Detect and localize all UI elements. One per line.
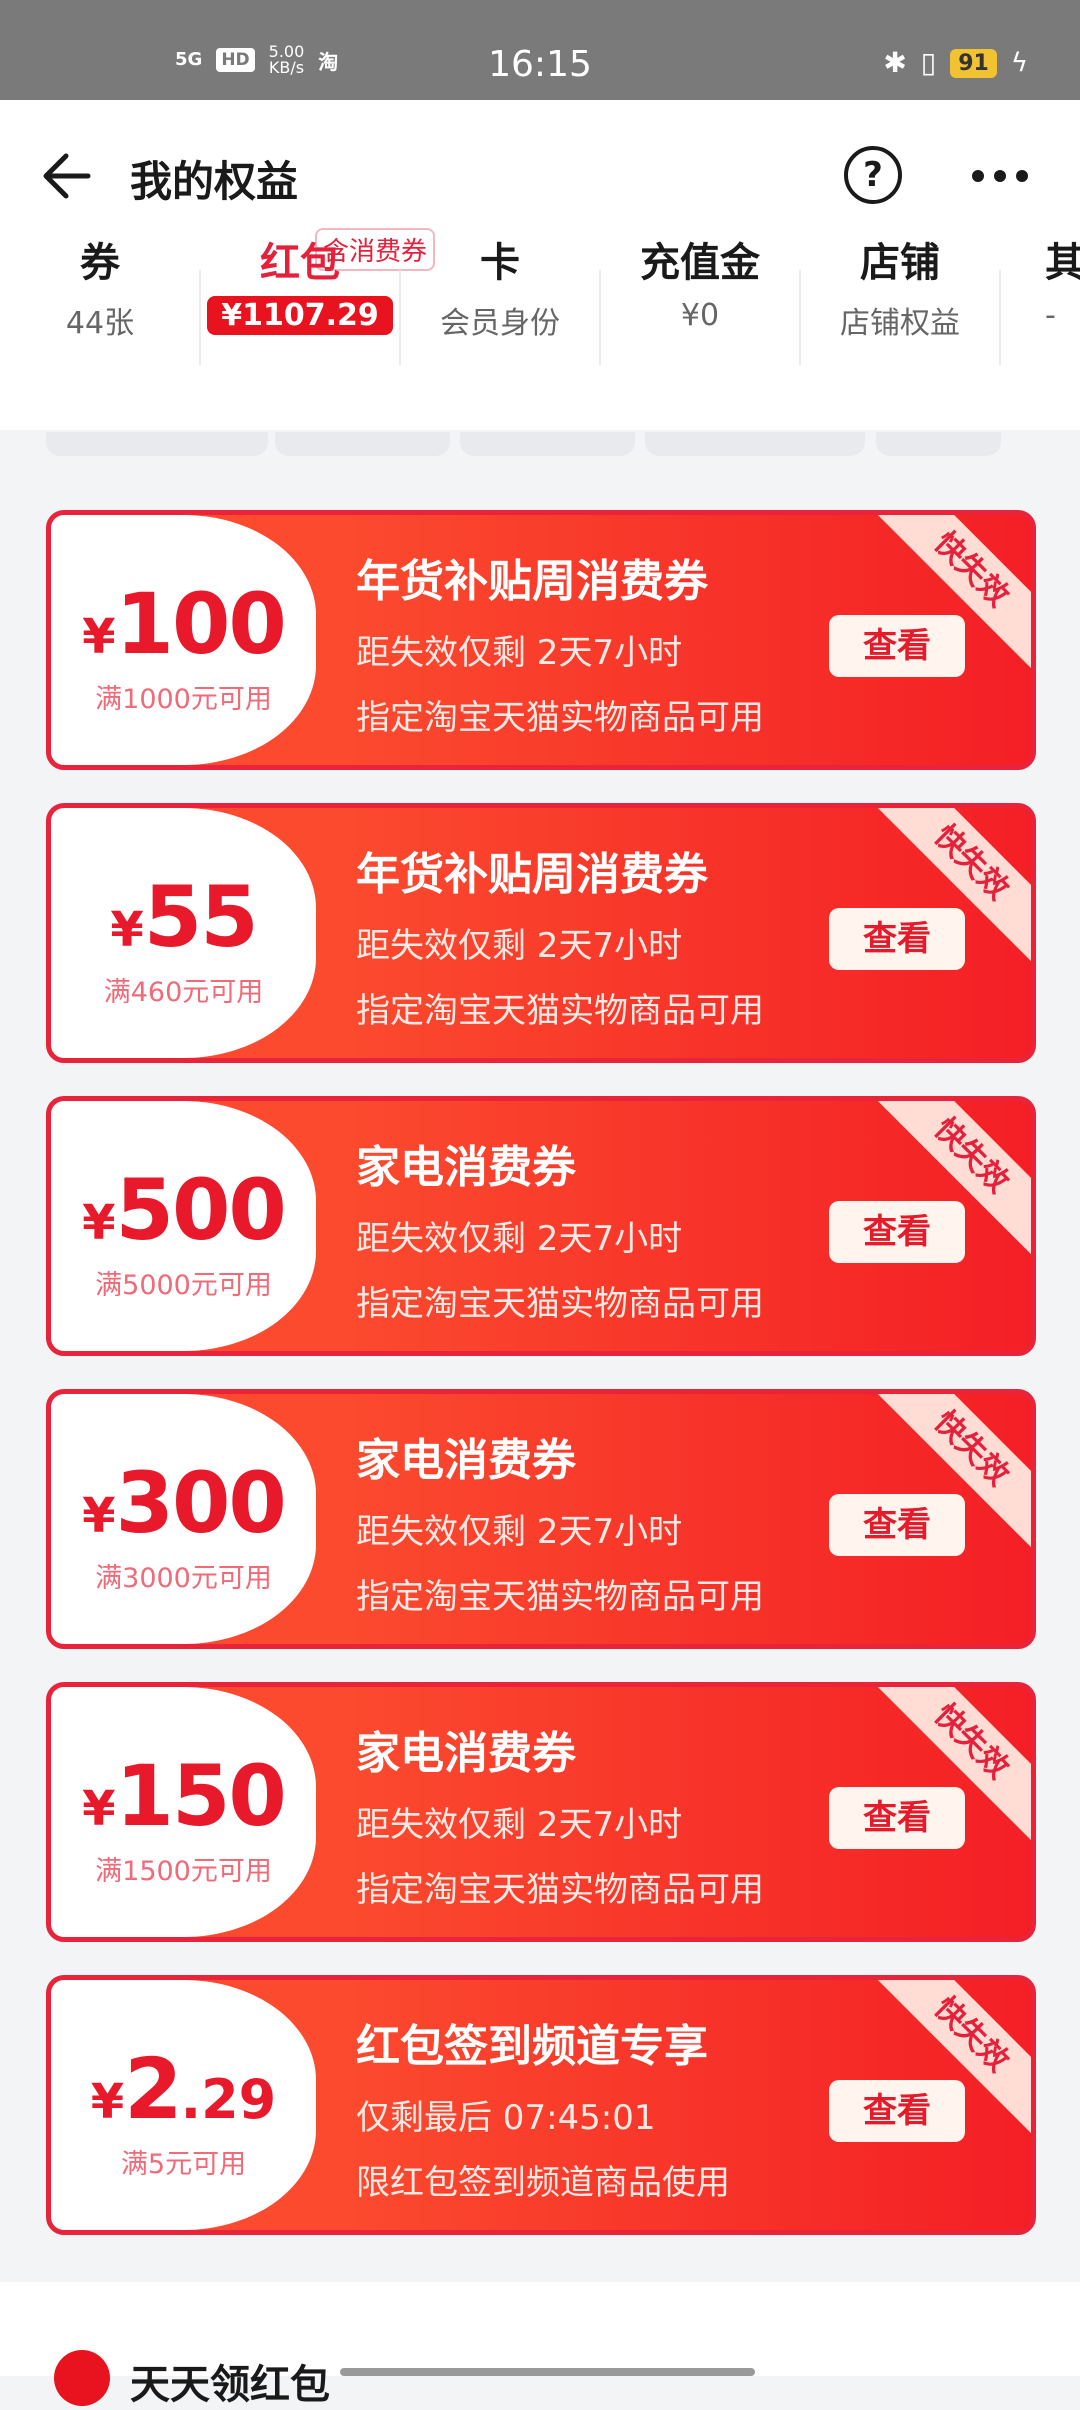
coupon-expiry: 距失效仅剩 2天7小时: [356, 1219, 683, 1259]
coupon-scope: 指定淘宝天猫实物商品可用: [356, 1577, 764, 1617]
coupon-threshold: 满5元可用: [120, 2149, 247, 2180]
home-indicator[interactable]: [340, 2368, 755, 2376]
coupon-card[interactable]: ¥300 满3000元可用 家电消费券 距失效仅剩 2天7小时 指定淘宝天猫实物…: [46, 1389, 1036, 1649]
coupon-amount-panel: ¥100 满1000元可用: [51, 515, 316, 765]
coupon-scope: 指定淘宝天猫实物商品可用: [356, 1870, 764, 1910]
section-title: 天天领红包: [130, 2362, 330, 2408]
tab-sub: 会员身份: [440, 306, 560, 341]
coupon-expiry: 仅剩最后 07:45:01: [356, 2098, 656, 2138]
coupon-threshold: 满1000元可用: [95, 684, 272, 715]
coupon-threshold: 满1500元可用: [95, 1856, 272, 1887]
red-packet-icon: [54, 2350, 110, 2406]
coupon-title: 家电消费券: [356, 1728, 576, 1779]
back-arrow-icon[interactable]: [40, 150, 92, 202]
tab-sub: -: [1045, 298, 1056, 333]
coupon-card[interactable]: ¥150 满1500元可用 家电消费券 距失效仅剩 2天7小时 指定淘宝天猫实物…: [46, 1682, 1036, 1942]
tab-title: 券: [80, 240, 120, 286]
tab-coupons[interactable]: 券 44张: [0, 230, 200, 342]
coupon-card[interactable]: ¥500 满5000元可用 家电消费券 距失效仅剩 2天7小时 指定淘宝天猫实物…: [46, 1096, 1036, 1356]
tab-cards[interactable]: 卡 会员身份: [400, 230, 600, 342]
coupon-scope: 限红包签到频道商品使用: [356, 2163, 730, 2203]
coupon-scope: 指定淘宝天猫实物商品可用: [356, 698, 764, 738]
coupon-title: 年货补贴周消费券: [356, 849, 708, 900]
coupon-threshold: 满3000元可用: [95, 1563, 272, 1594]
view-button[interactable]: 查看: [829, 908, 965, 970]
coupon-title: 家电消费券: [356, 1142, 576, 1193]
coupon-card[interactable]: ¥55 满460元可用 年货补贴周消费券 距失效仅剩 2天7小时 指定淘宝天猫实…: [46, 803, 1036, 1063]
filter-pills: [0, 432, 1080, 462]
tab-sub: ¥0: [680, 298, 720, 333]
status-bar: 5G HD 5.00 KB/s 淘 16:15 ✱ ▯ 91 ϟ: [0, 0, 1080, 100]
coupon-amount-panel: ¥55 满460元可用: [51, 808, 316, 1058]
coupon-scope: 指定淘宝天猫实物商品可用: [356, 1284, 764, 1324]
view-button[interactable]: 查看: [829, 1787, 965, 1849]
page-title: 我的权益: [130, 157, 299, 206]
coupon-title: 红包签到频道专享: [356, 2021, 708, 2072]
tab-sub: 44张: [65, 306, 135, 341]
tab-sub: 店铺权益: [840, 306, 960, 341]
coupon-card[interactable]: ¥100 满1000元可用 年货补贴周消费券 距失效仅剩 2天7小时 指定淘宝天…: [46, 510, 1036, 770]
vibrate-icon: ▯: [920, 46, 937, 79]
coupon-list: ¥100 满1000元可用 年货补贴周消费券 距失效仅剩 2天7小时 指定淘宝天…: [46, 510, 1036, 2268]
view-button[interactable]: 查看: [829, 2080, 965, 2142]
coupon-expiry: 距失效仅剩 2天7小时: [356, 1512, 683, 1552]
tab-red-packet[interactable]: 红包 ¥1107.29: [200, 230, 400, 335]
coupon-expiry: 距失效仅剩 2天7小时: [356, 1805, 683, 1845]
view-button[interactable]: 查看: [829, 1494, 965, 1556]
tab-title: 店铺: [860, 240, 940, 286]
tab-title: 其: [1045, 240, 1080, 286]
battery-icon: 91: [950, 48, 997, 78]
coupon-amount-panel: ¥150 满1500元可用: [51, 1687, 316, 1937]
charging-icon: ϟ: [1010, 48, 1028, 78]
help-icon[interactable]: ?: [844, 146, 902, 204]
tab-title: 充值金: [640, 240, 760, 286]
coupon-amount-panel: ¥300 满3000元可用: [51, 1394, 316, 1644]
view-button[interactable]: 查看: [829, 1201, 965, 1263]
tab-title: 红包: [260, 240, 340, 286]
coupon-expiry: 距失效仅剩 2天7小时: [356, 633, 683, 673]
coupon-expiry: 距失效仅剩 2天7小时: [356, 926, 683, 966]
view-button[interactable]: 查看: [829, 615, 965, 677]
more-icon[interactable]: [972, 170, 1028, 182]
coupon-amount-panel: ¥2.29 满5元可用: [51, 1980, 316, 2230]
coupon-title: 家电消费券: [356, 1435, 576, 1486]
red-packet-amount: ¥1107.29: [207, 296, 393, 335]
tab-other[interactable]: 其 -: [1045, 230, 1080, 333]
coupon-title: 年货补贴周消费券: [356, 556, 708, 607]
coupon-card[interactable]: ¥2.29 满5元可用 红包签到频道专享 仅剩最后 07:45:01 限红包签到…: [46, 1975, 1036, 2235]
coupon-scope: 指定淘宝天猫实物商品可用: [356, 991, 764, 1031]
header-and-tabs: 我的权益 ? 含消费券 券 44张 红包 ¥1107.29 卡 会员身份 充值金…: [0, 100, 1080, 430]
coupon-threshold: 满460元可用: [103, 977, 264, 1008]
coupon-threshold: 满5000元可用: [95, 1270, 272, 1301]
bluetooth-icon: ✱: [883, 46, 907, 79]
tab-recharge[interactable]: 充值金 ¥0: [600, 230, 800, 333]
tab-title: 卡: [480, 240, 520, 286]
coupon-amount-panel: ¥500 满5000元可用: [51, 1101, 316, 1351]
tab-store[interactable]: 店铺 店铺权益: [800, 230, 1000, 342]
daily-red-packet-section: 天天领红包: [0, 2282, 1080, 2408]
